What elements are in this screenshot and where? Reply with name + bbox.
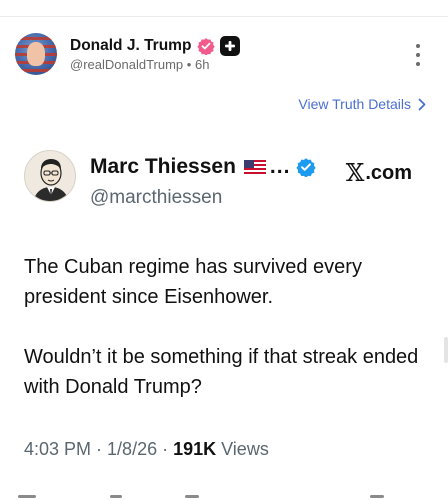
repost-icon[interactable] <box>110 495 122 498</box>
embed-post-meta: 4:03 PM · 1/8/26 · 191K Views <box>24 439 269 460</box>
like-icon[interactable] <box>185 495 199 498</box>
author-handle-row: @realDonaldTrump • 6h <box>70 57 209 72</box>
view-truth-details-label: View Truth Details <box>298 96 411 112</box>
top-divider <box>0 16 448 17</box>
reply-icon[interactable] <box>18 495 36 498</box>
post-header: Donald J. Trump @realDonaldTrump • 6h <box>15 33 435 77</box>
author-name[interactable]: Donald J. Trump <box>70 37 191 55</box>
view-truth-details-link[interactable]: View Truth Details <box>298 96 426 112</box>
kebab-menu-icon[interactable] <box>414 44 422 66</box>
meta-separator: · <box>96 439 103 459</box>
embed-author-name[interactable]: Marc Thiessen <box>90 155 236 179</box>
embed-name-row: Marc Thiessen ... <box>90 154 317 180</box>
author-name-row: Donald J. Trump <box>70 36 241 56</box>
post-time: 4:03 PM <box>24 439 92 459</box>
chevron-right-icon <box>418 98 426 110</box>
embed-author-avatar[interactable] <box>24 150 76 202</box>
avatar-illustration <box>33 159 69 201</box>
kebab-dot <box>416 53 420 57</box>
embedded-x-post[interactable]: Marc Thiessen ... 𝕏 .com @marcthiessen T… <box>24 150 424 495</box>
verified-badge-icon <box>197 38 216 55</box>
name-ellipsis: ... <box>269 155 291 178</box>
views-count: 191K <box>173 439 217 459</box>
kebab-dot <box>416 62 420 66</box>
x-logo-icon: 𝕏 <box>345 159 365 187</box>
plus-badge-icon <box>220 36 241 56</box>
share-icon[interactable] <box>370 495 384 498</box>
avatar-face <box>27 42 45 66</box>
verified-badge-icon <box>296 158 317 177</box>
post-date: 1/8/26 <box>107 439 158 459</box>
handle-separator: • <box>186 57 192 72</box>
views-label: Views <box>221 439 269 459</box>
plus-icon <box>225 41 236 51</box>
embed-author-handle[interactable]: @marcthiessen <box>90 187 222 209</box>
x-brand[interactable]: 𝕏 .com <box>346 159 412 187</box>
action-bar <box>0 491 448 500</box>
author-handle[interactable]: @realDonaldTrump <box>70 57 183 72</box>
embed-post-text: The Cuban regime has survived every pres… <box>24 256 419 398</box>
x-brand-domain: .com <box>365 161 412 184</box>
post-time: 6h <box>194 57 210 72</box>
kebab-dot <box>416 44 420 48</box>
scrollbar[interactable] <box>444 337 448 363</box>
avatar-stripe <box>15 37 57 40</box>
meta-separator: · <box>162 439 169 459</box>
author-avatar[interactable] <box>15 33 57 75</box>
us-flag-icon <box>243 160 266 174</box>
avatar-stripe <box>15 69 57 72</box>
